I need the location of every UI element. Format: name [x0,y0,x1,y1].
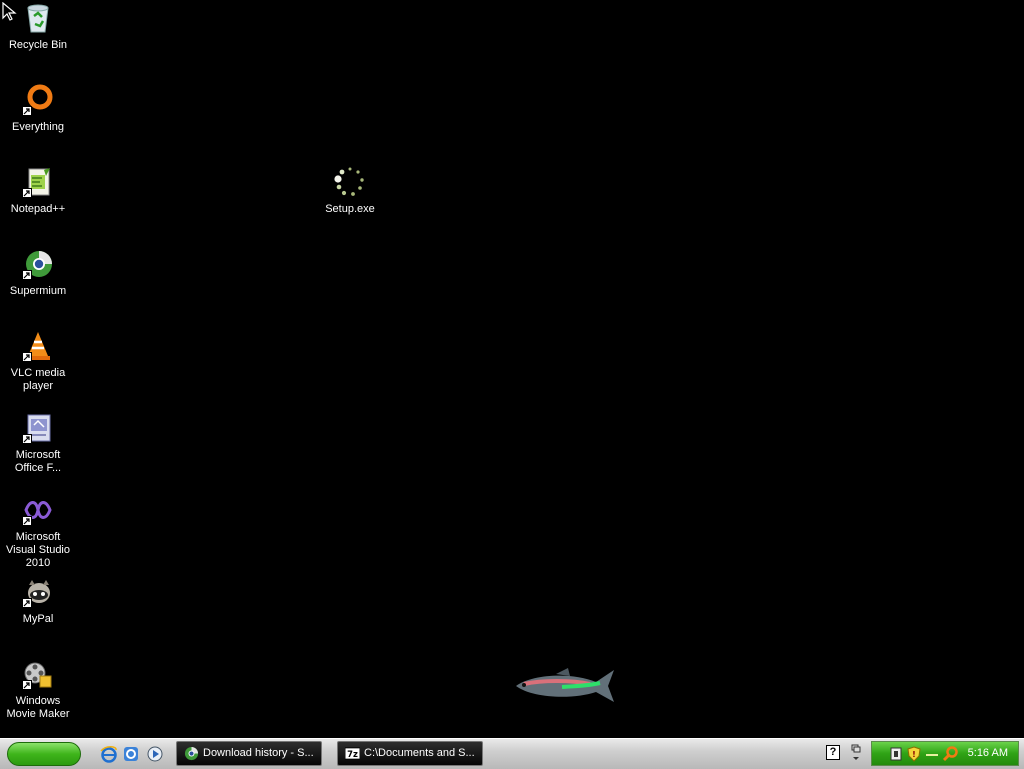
desktop-icon-everything[interactable]: Everything [0,84,76,134]
mypal-icon [22,576,54,608]
svg-text:!: ! [912,750,916,759]
shortcut-arrow-icon [22,106,32,116]
desktop-icon-label: Recycle Bin [8,39,68,51]
desktop-icon-movie-maker[interactable]: Windows Movie Maker [0,658,76,721]
internet-explorer-icon[interactable] [100,745,118,763]
security-shield-icon[interactable]: ! [906,746,922,762]
recycle-bin-icon [22,2,54,34]
help-icon[interactable]: ? [826,745,840,760]
desktop-icon-supermium[interactable]: Supermium [0,248,76,298]
shortcut-arrow-icon [22,516,32,526]
taskbar-button-label: Download history - S... [203,747,314,759]
desktop-icon-label: VLC media player [10,367,66,392]
clock[interactable]: 5:16 AM [968,742,1008,765]
office-icon [22,412,54,444]
desktop-icon-office[interactable]: Microsoft Office F... [0,412,76,475]
shortcut-arrow-icon [22,680,32,690]
setup-loading-icon [334,166,366,198]
7zip-icon: 7z [345,747,360,760]
show-desktop-ie-icon[interactable] [122,745,140,763]
desktop-icon-label: Notepad++ [10,203,66,215]
svg-text:7z: 7z [347,749,358,759]
desktop-icon-label: Supermium [9,285,67,297]
shortcut-arrow-icon [22,270,32,280]
taskbar-button-7zip-folder[interactable]: 7z C:\Documents and S... [337,741,483,766]
desktop-icon-label: Microsoft Office F... [14,449,62,474]
movie-maker-icon [22,658,54,690]
taskbar-button-label: C:\Documents and S... [364,747,475,759]
shortcut-arrow-icon [22,188,32,198]
desktop-icon-label: Setup.exe [325,203,375,215]
start-button[interactable] [7,742,81,766]
taskbar-button-download-history[interactable]: Download history - S... [176,741,322,766]
network-icon[interactable] [924,746,940,762]
desktop: Recycle Bin Everything Notepad++ Supermi… [0,0,1024,738]
desktop-icon-vlc[interactable]: VLC media player [0,330,76,393]
everything-icon [22,84,54,116]
vlc-icon [22,330,54,362]
everything-search-tray-icon[interactable] [942,746,958,762]
desktop-icon-label: MyPal [22,613,54,625]
taskbar: Download history - S... 7z C:\Documents … [0,738,1024,769]
visual-studio-icon [22,494,54,526]
desktop-icon-setup-exe[interactable]: Setup.exe [312,166,388,216]
notepadpp-icon [22,166,54,198]
system-tray: ! 5:16 AM [871,741,1019,766]
shortcut-arrow-icon [22,598,32,608]
desktop-icon-mypal[interactable]: MyPal [0,576,76,626]
language-bar-icon[interactable] [849,742,863,764]
fish-wallpaper-image [516,668,614,702]
media-player-icon[interactable] [146,745,164,763]
desktop-icon-label: Everything [12,121,64,133]
desktop-icon-label: Windows Movie Maker [6,695,70,720]
shortcut-arrow-icon [22,434,32,444]
desktop-icon-visual-studio[interactable]: Microsoft Visual Studio 2010 [0,494,76,570]
shortcut-arrow-icon [22,352,32,362]
desktop-icon-notepadpp[interactable]: Notepad++ [0,166,76,216]
desktop-icon-recycle-bin[interactable]: Recycle Bin [0,2,76,52]
safely-remove-hardware-icon[interactable] [888,746,904,762]
desktop-icon-label: Microsoft Visual Studio 2010 [5,531,70,569]
supermium-icon [22,248,54,280]
supermium-icon [184,746,199,761]
